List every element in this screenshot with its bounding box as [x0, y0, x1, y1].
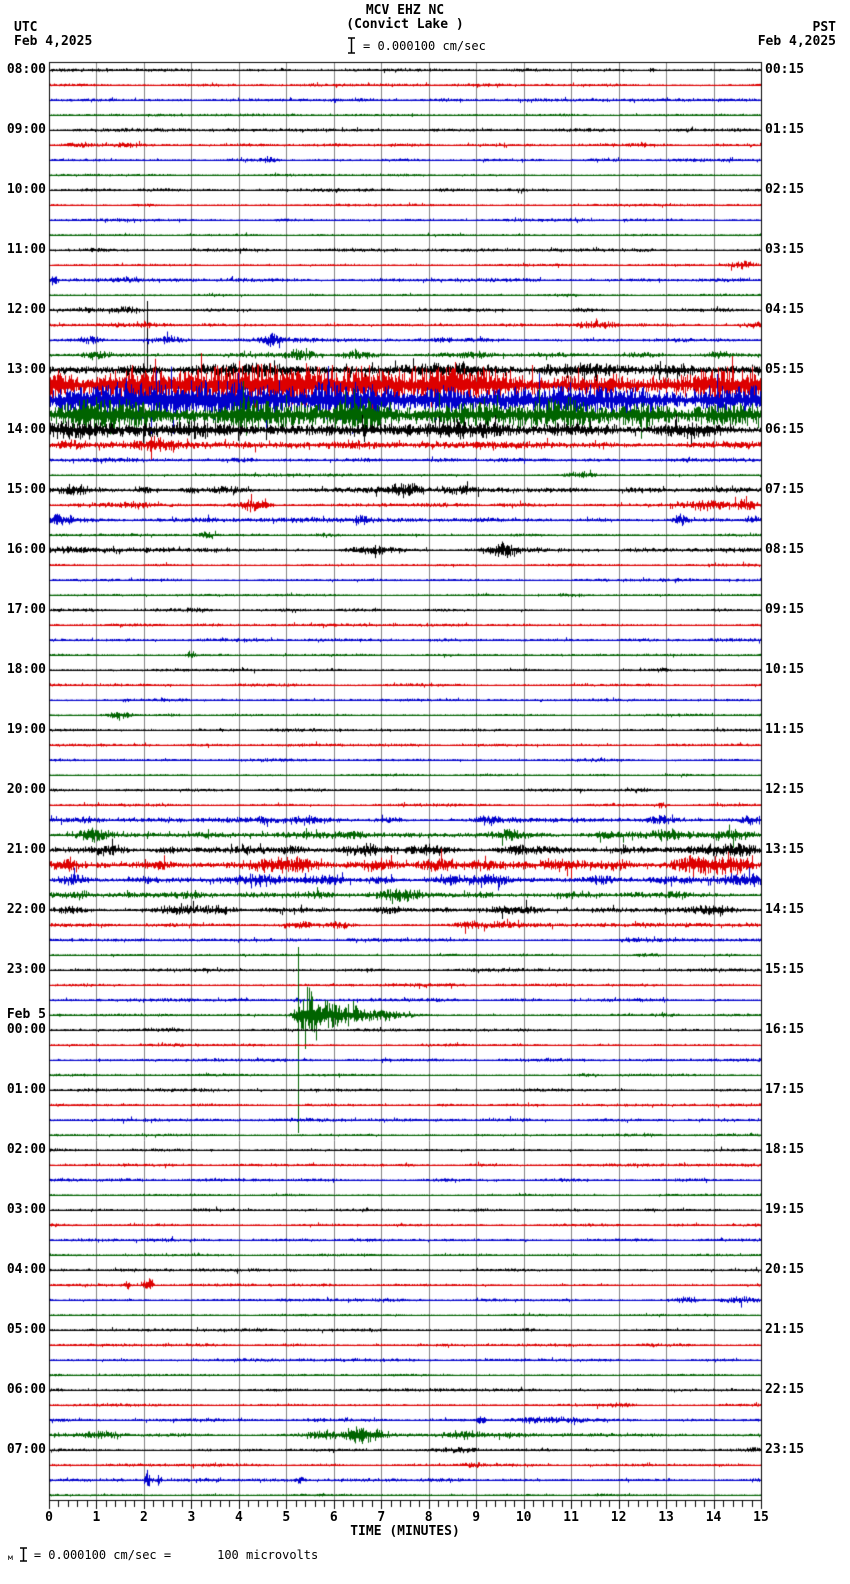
pst-time-label: 02:15 [765, 182, 805, 197]
pst-time-label: 13:15 [765, 842, 805, 857]
x-axis-tick-label: 6 [329, 1510, 338, 1525]
x-axis-tick-label: 10 [515, 1510, 532, 1525]
utc-time-label: 18:00 [6, 662, 46, 677]
pst-time-label: 07:15 [765, 482, 805, 497]
x-axis-tick-label: 12 [610, 1510, 627, 1525]
pst-time-label: 03:15 [765, 242, 805, 257]
pst-time-label: 14:15 [765, 902, 805, 917]
utc-time-label: 22:00 [6, 902, 46, 917]
utc-time-label: 01:00 [6, 1082, 46, 1097]
scale-bar-icon [19, 1547, 27, 1562]
utc-time-label: 20:00 [6, 782, 46, 797]
x-axis-tick-label: 0 [45, 1510, 53, 1525]
x-axis-tick-label: 2 [140, 1510, 148, 1525]
pst-time-label: 12:15 [765, 782, 805, 797]
right-timezone-label: PST [812, 20, 836, 35]
utc-time-label: 13:00 [6, 362, 46, 377]
station-title: MCV EHZ NC [365, 3, 445, 18]
x-axis-tick-label: 8 [424, 1510, 433, 1525]
station-location: (Convict Lake ) [346, 17, 464, 32]
utc-date-label: Feb 5 [6, 1007, 46, 1022]
utc-time-label: 17:00 [6, 602, 46, 617]
utc-time-label: 00:00 [6, 1022, 46, 1037]
utc-time-label: 14:00 [6, 422, 46, 437]
pst-time-label: 10:15 [765, 662, 805, 677]
utc-time-label: 09:00 [6, 122, 46, 137]
footnote-microvolts-text: 100 microvolts [217, 1547, 319, 1562]
seismogram-plot [0, 0, 850, 1584]
x-axis-title: TIME (MINUTES) [350, 1524, 460, 1539]
x-axis-tick-label: 14 [705, 1510, 722, 1525]
utc-time-label: 07:00 [6, 1442, 46, 1457]
pst-time-label: 15:15 [765, 962, 805, 977]
amplitude-footnote: м = 0.000100 cm/sec = 100 microvolts [8, 1547, 318, 1562]
utc-time-label: 15:00 [6, 482, 46, 497]
x-axis-tick-label: 1 [92, 1510, 101, 1525]
pst-time-label: 06:15 [765, 422, 805, 437]
left-timezone-label: UTC [14, 20, 38, 35]
helicorder-page: UTC Feb 4,2025 PST Feb 4,2025 MCV EHZ NC… [0, 0, 850, 1584]
utc-time-label: 06:00 [6, 1382, 46, 1397]
pst-time-label: 11:15 [765, 722, 805, 737]
x-axis-tick-label: 4 [234, 1510, 243, 1525]
pst-time-label: 00:15 [765, 62, 805, 77]
x-axis-tick-label: 7 [377, 1510, 386, 1525]
utc-time-label: 08:00 [6, 62, 46, 77]
pst-time-label: 01:15 [765, 122, 805, 137]
left-date-label: Feb 4,2025 [14, 34, 93, 49]
x-axis-tick-label: 3 [187, 1510, 196, 1525]
pst-time-label: 22:15 [765, 1382, 805, 1397]
right-date-label: Feb 4,2025 [757, 34, 836, 49]
scale-bar-icon [348, 37, 355, 54]
x-axis-tick-label: 13 [658, 1510, 674, 1525]
pst-time-label: 05:15 [765, 362, 805, 377]
utc-time-label: 19:00 [6, 722, 46, 737]
utc-time-label: 12:00 [6, 302, 46, 317]
utc-time-label: 10:00 [6, 182, 46, 197]
pst-time-label: 04:15 [765, 302, 805, 317]
utc-time-label: 02:00 [6, 1142, 46, 1157]
pst-time-label: 23:15 [765, 1442, 805, 1457]
x-axis-tick-label: 5 [282, 1510, 291, 1525]
utc-time-label: 21:00 [6, 842, 46, 857]
x-axis-tick-label: 15 [753, 1510, 769, 1525]
utc-time-label: 05:00 [6, 1322, 46, 1337]
x-axis-tick-label: 9 [472, 1510, 481, 1525]
pst-time-label: 17:15 [765, 1082, 805, 1097]
utc-time-label: 16:00 [6, 542, 46, 557]
pst-time-label: 19:15 [765, 1202, 805, 1217]
pst-time-label: 09:15 [765, 602, 805, 617]
pst-time-label: 16:15 [765, 1022, 805, 1037]
x-axis-tick-label: 11 [563, 1510, 579, 1525]
utc-time-label: 03:00 [6, 1202, 46, 1217]
pst-time-label: 20:15 [765, 1262, 805, 1277]
utc-time-label: 11:00 [6, 242, 46, 257]
utc-time-label: 04:00 [6, 1262, 46, 1277]
pst-time-label: 21:15 [765, 1322, 805, 1337]
micro-marker: м [8, 1553, 13, 1562]
utc-time-label: 23:00 [6, 962, 46, 977]
pst-time-label: 08:15 [765, 542, 805, 557]
scale-text: = 0.000100 cm/sec [363, 38, 486, 53]
footnote-scale-text: = 0.000100 cm/sec = [33, 1547, 172, 1562]
pst-time-label: 18:15 [765, 1142, 805, 1157]
